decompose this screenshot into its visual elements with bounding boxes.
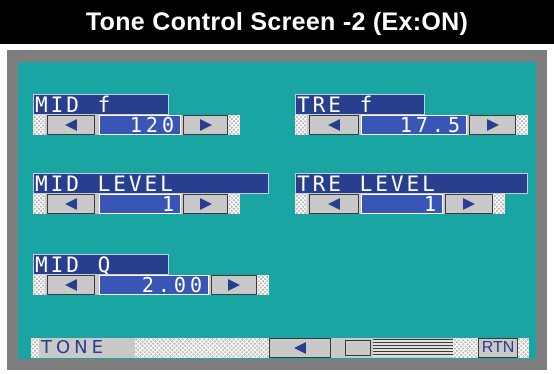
mid-level-decrease-button[interactable] xyxy=(47,194,95,214)
bottom-bar: TONE RTN xyxy=(31,338,529,358)
mid-f-label: MID f xyxy=(33,94,169,115)
mid-level-control: 1 xyxy=(33,194,240,214)
mid-level-increase-button[interactable] xyxy=(183,194,228,214)
scroll-track[interactable] xyxy=(373,339,453,357)
mid-q-value: 2.00 xyxy=(99,275,209,295)
left-arrow-icon xyxy=(328,198,340,210)
tre-f-increase-button[interactable] xyxy=(469,115,516,135)
tre-level-label: TRE LEVEL xyxy=(295,173,528,194)
right-arrow-icon xyxy=(463,198,475,210)
left-arrow-icon xyxy=(65,198,77,210)
tre-level-control: 1 xyxy=(295,194,505,214)
left-arrow-icon xyxy=(65,119,77,131)
tre-level-value: 1 xyxy=(361,194,443,214)
mid-q-decrease-button[interactable] xyxy=(47,275,95,295)
tre-level-increase-button[interactable] xyxy=(445,194,493,214)
page-title: Tone Control Screen -2 (Ex:ON) xyxy=(0,0,554,44)
left-arrow-icon xyxy=(65,279,77,291)
tre-f-value: 17.5 xyxy=(361,115,467,135)
right-arrow-icon xyxy=(486,119,499,131)
mid-q-increase-button[interactable] xyxy=(211,275,257,295)
right-arrow-icon xyxy=(228,279,240,291)
left-arrow-icon xyxy=(328,119,340,131)
scroll-divider xyxy=(345,340,371,356)
mid-f-decrease-button[interactable] xyxy=(47,115,95,135)
left-arrow-icon xyxy=(294,342,306,354)
tre-f-decrease-button[interactable] xyxy=(309,115,359,135)
tre-level-decrease-button[interactable] xyxy=(309,194,359,214)
mid-level-value: 1 xyxy=(99,194,181,214)
return-button[interactable]: RTN xyxy=(478,338,518,358)
tre-f-control: 17.5 xyxy=(295,115,528,135)
mid-f-control: 120 xyxy=(33,115,240,135)
mid-q-control: 2.00 xyxy=(33,275,269,295)
tre-f-label: TRE f xyxy=(295,94,425,115)
mid-f-increase-button[interactable] xyxy=(183,115,228,135)
mid-level-label: MID LEVEL xyxy=(33,173,269,194)
right-arrow-icon xyxy=(199,119,212,131)
scroll-left-button[interactable] xyxy=(269,338,331,358)
right-arrow-icon xyxy=(199,198,212,210)
tone-button[interactable]: TONE xyxy=(41,338,107,358)
mid-q-label: MID Q xyxy=(33,254,169,275)
mid-f-value: 120 xyxy=(99,115,181,135)
